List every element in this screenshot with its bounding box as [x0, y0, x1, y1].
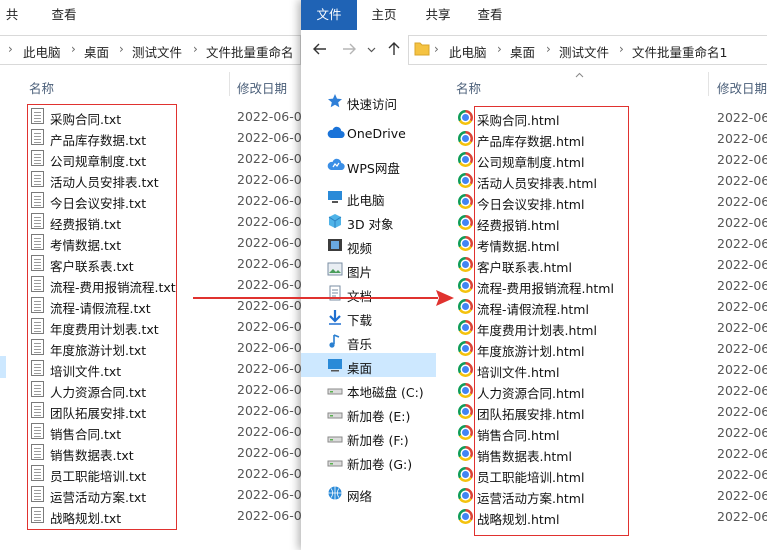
rename-direction-arrow [193, 290, 454, 306]
